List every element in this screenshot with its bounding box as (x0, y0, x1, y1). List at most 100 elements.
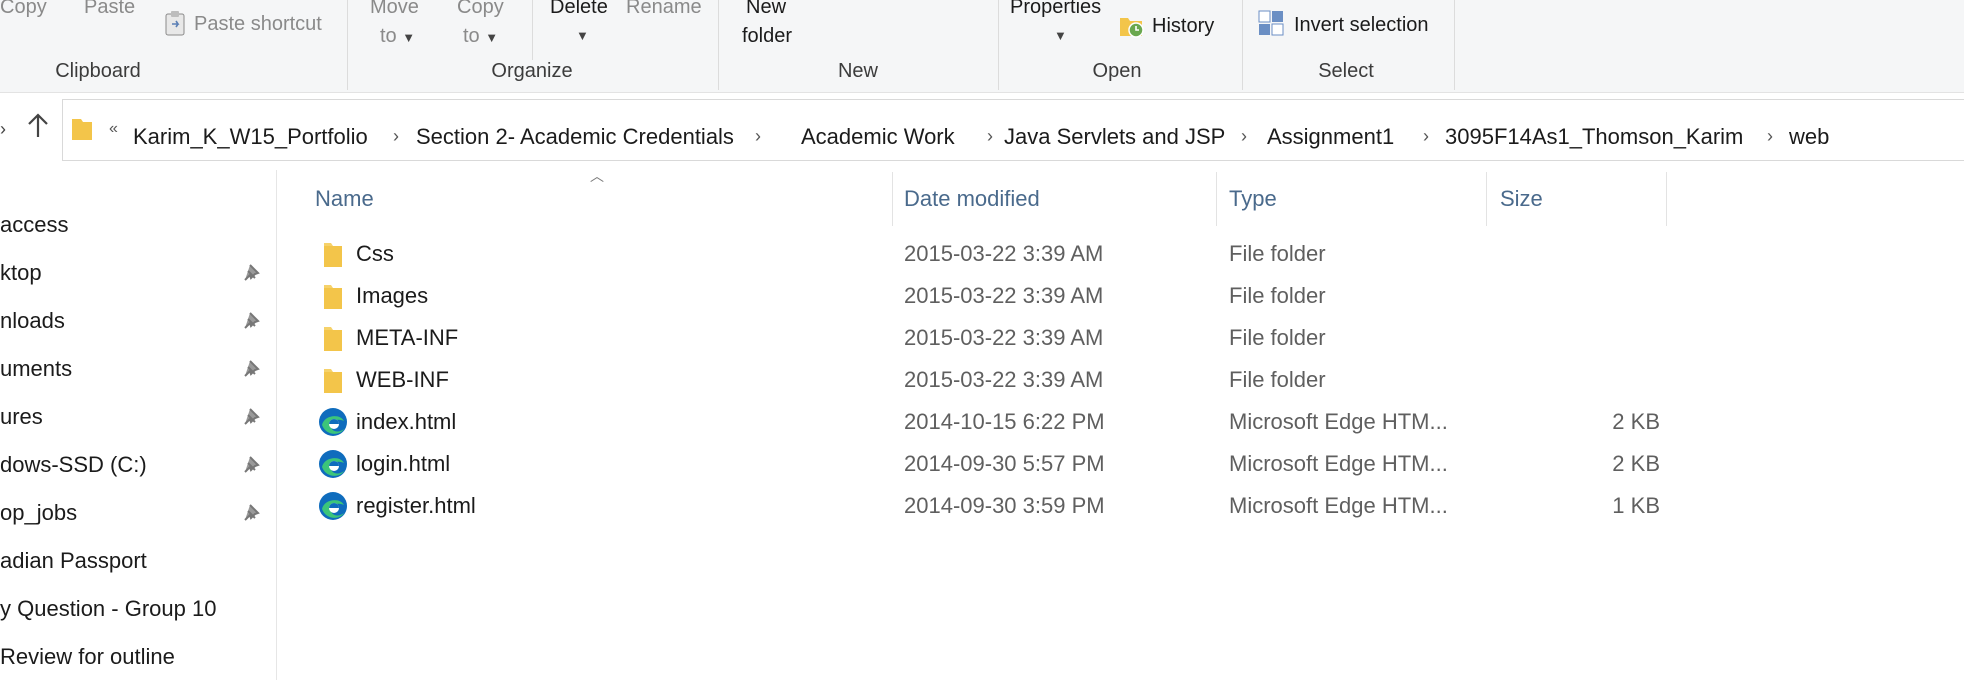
sort-ascending-icon: ︿ (590, 168, 604, 184)
chevron-right-icon[interactable]: › (1767, 126, 1773, 147)
properties-label: Properties (1010, 0, 1102, 18)
address-bar[interactable]: « Karim_K_W15_Portfolio › Section 2- Aca… (62, 99, 1964, 161)
properties-button[interactable]: Properties ▼ (1010, 0, 1101, 46)
column-header-type[interactable]: Type (1229, 186, 1277, 212)
paste-shortcut-icon (165, 11, 185, 36)
copy-button[interactable]: Copy (0, 0, 47, 19)
history-icon (1120, 18, 1144, 38)
paste-button[interactable]: Paste (84, 0, 135, 19)
nav-item-quick-access[interactable]: access (0, 212, 68, 238)
file-type: File folder (1229, 241, 1326, 266)
pin-icon[interactable] (242, 310, 264, 332)
chevron-down-icon: ▼ (1054, 28, 1067, 43)
column-divider[interactable] (1216, 172, 1217, 226)
pin-icon[interactable] (242, 406, 264, 428)
file-type: Microsoft Edge HTM... (1229, 493, 1448, 518)
chevron-right-icon[interactable]: › (393, 126, 399, 147)
navigation-pane: access ktop nloads uments ures dows-SSD … (0, 170, 277, 680)
file-date-modified: 2015-03-22 3:39 AM (904, 283, 1104, 308)
paste-shortcut-label: Paste shortcut (194, 13, 322, 35)
ribbon-separator (1454, 0, 1455, 90)
nav-item-review-outline[interactable]: Review for outline (0, 644, 175, 670)
file-row[interactable]: META-INF 2015-03-22 3:39 AM File folder (310, 319, 1670, 359)
copy-to-label-1: Copy (457, 0, 504, 18)
breadcrumb-item[interactable]: Java Servlets and JSP (1004, 124, 1225, 150)
nav-item-documents[interactable]: uments (0, 356, 72, 382)
file-row[interactable]: index.html 2014-10-15 6:22 PM Microsoft Ed… (310, 403, 1670, 443)
paste-shortcut-button[interactable]: Paste shortcut (164, 10, 322, 36)
invert-selection-button[interactable]: Invert selection (1258, 10, 1429, 37)
invert-selection-label: Invert selection (1294, 14, 1429, 36)
column-divider[interactable] (1486, 172, 1487, 226)
chevron-right-icon[interactable]: › (0, 119, 6, 140)
file-date-modified: 2014-10-15 6:22 PM (904, 409, 1105, 434)
ribbon: Copy Paste Paste shortcut Clipboard Move… (0, 0, 1964, 93)
column-header-size[interactable]: Size (1500, 186, 1543, 212)
chevron-down-icon: ▼ (576, 28, 589, 43)
delete-button[interactable]: Delete ▼ (550, 0, 608, 46)
new-folder-button[interactable]: New folder (742, 0, 792, 48)
file-row[interactable]: login.html 2014-09-30 5:57 PM Microsoft Ed… (310, 445, 1670, 485)
column-header-date-modified[interactable]: Date modified (904, 186, 1040, 212)
folder-icon (72, 119, 92, 140)
file-size: 2 KB (1612, 451, 1660, 476)
breadcrumb-item[interactable]: Assignment1 (1267, 124, 1394, 150)
column-divider[interactable] (892, 172, 893, 226)
nav-item-pictures[interactable]: ures (0, 404, 43, 430)
column-divider[interactable] (1666, 172, 1667, 226)
file-date-modified: 2014-09-30 5:57 PM (904, 451, 1105, 476)
file-name[interactable]: META-INF (356, 325, 458, 351)
chevron-right-icon[interactable]: › (755, 126, 761, 147)
file-row[interactable]: Css 2015-03-22 3:39 AM File folder (310, 235, 1670, 275)
file-date-modified: 2015-03-22 3:39 AM (904, 241, 1104, 266)
file-type: File folder (1229, 283, 1326, 308)
file-date-modified: 2014-09-30 3:59 PM (904, 493, 1105, 518)
copy-to-label-2: to ▼ (463, 25, 499, 47)
file-row[interactable]: Images 2015-03-22 3:39 AM File folder (310, 277, 1670, 317)
file-date-modified: 2015-03-22 3:39 AM (904, 367, 1104, 392)
breadcrumb-item[interactable]: Section 2- Academic Credentials (416, 124, 734, 150)
pin-icon[interactable] (242, 502, 264, 524)
column-header-name[interactable]: Name (315, 186, 374, 212)
file-row[interactable]: register.html 2014-09-30 3:59 PM Microsoft… (310, 487, 1670, 527)
breadcrumb-item[interactable]: Academic Work (801, 124, 955, 150)
rename-button[interactable]: Rename (626, 0, 702, 19)
history-label: History (1152, 15, 1215, 37)
nav-item-desktop[interactable]: ktop (0, 260, 42, 286)
copy-to-button[interactable]: Copy to ▼ (457, 0, 504, 48)
invert-selection-icon (1258, 10, 1284, 36)
history-button[interactable]: History (1118, 12, 1214, 38)
file-row[interactable]: WEB-INF 2015-03-22 3:39 AM File folder (310, 361, 1670, 401)
file-name[interactable]: Css (356, 241, 394, 267)
breadcrumb-item[interactable]: Karim_K_W15_Portfolio (133, 124, 368, 150)
file-name[interactable]: Images (356, 283, 428, 309)
chevron-right-icon[interactable]: › (987, 126, 993, 147)
open-group-label: Open (1092, 60, 1142, 82)
up-arrow-icon[interactable] (26, 111, 50, 146)
file-name[interactable]: WEB-INF (356, 367, 449, 393)
file-type: File folder (1229, 325, 1326, 350)
address-row: › « Karim_K_W15_Portfolio › Section 2- A… (0, 93, 1964, 165)
breadcrumb-item[interactable]: 3095F14As1_Thomson_Karim (1445, 124, 1743, 150)
nav-item-question-group[interactable]: y Question - Group 10 (0, 596, 216, 622)
pin-icon[interactable] (242, 454, 264, 476)
new-folder-label-1: New (746, 0, 787, 18)
nav-item-op-jobs[interactable]: op_jobs (0, 500, 77, 526)
nav-item-windows-ssd[interactable]: dows-SSD (C:) (0, 452, 147, 478)
move-to-label-2: to ▼ (380, 25, 416, 47)
file-name[interactable]: register.html (356, 493, 476, 519)
breadcrumb-overflow[interactable]: « (109, 120, 118, 138)
clipboard-group-label: Clipboard (55, 60, 141, 82)
chevron-right-icon[interactable]: › (1423, 126, 1429, 147)
pin-icon[interactable] (242, 358, 264, 380)
chevron-right-icon[interactable]: › (1241, 126, 1247, 147)
nav-item-downloads[interactable]: nloads (0, 308, 65, 334)
pin-icon[interactable] (242, 262, 264, 284)
nav-item-canadian-passport[interactable]: adian Passport (0, 548, 147, 574)
breadcrumb-item-current[interactable]: web (1789, 124, 1829, 150)
file-type: Microsoft Edge HTM... (1229, 451, 1448, 476)
organize-group-label: Organize (491, 60, 573, 82)
file-name[interactable]: login.html (356, 451, 450, 477)
file-name[interactable]: index.html (356, 409, 456, 435)
move-to-button[interactable]: Move to ▼ (370, 0, 419, 48)
